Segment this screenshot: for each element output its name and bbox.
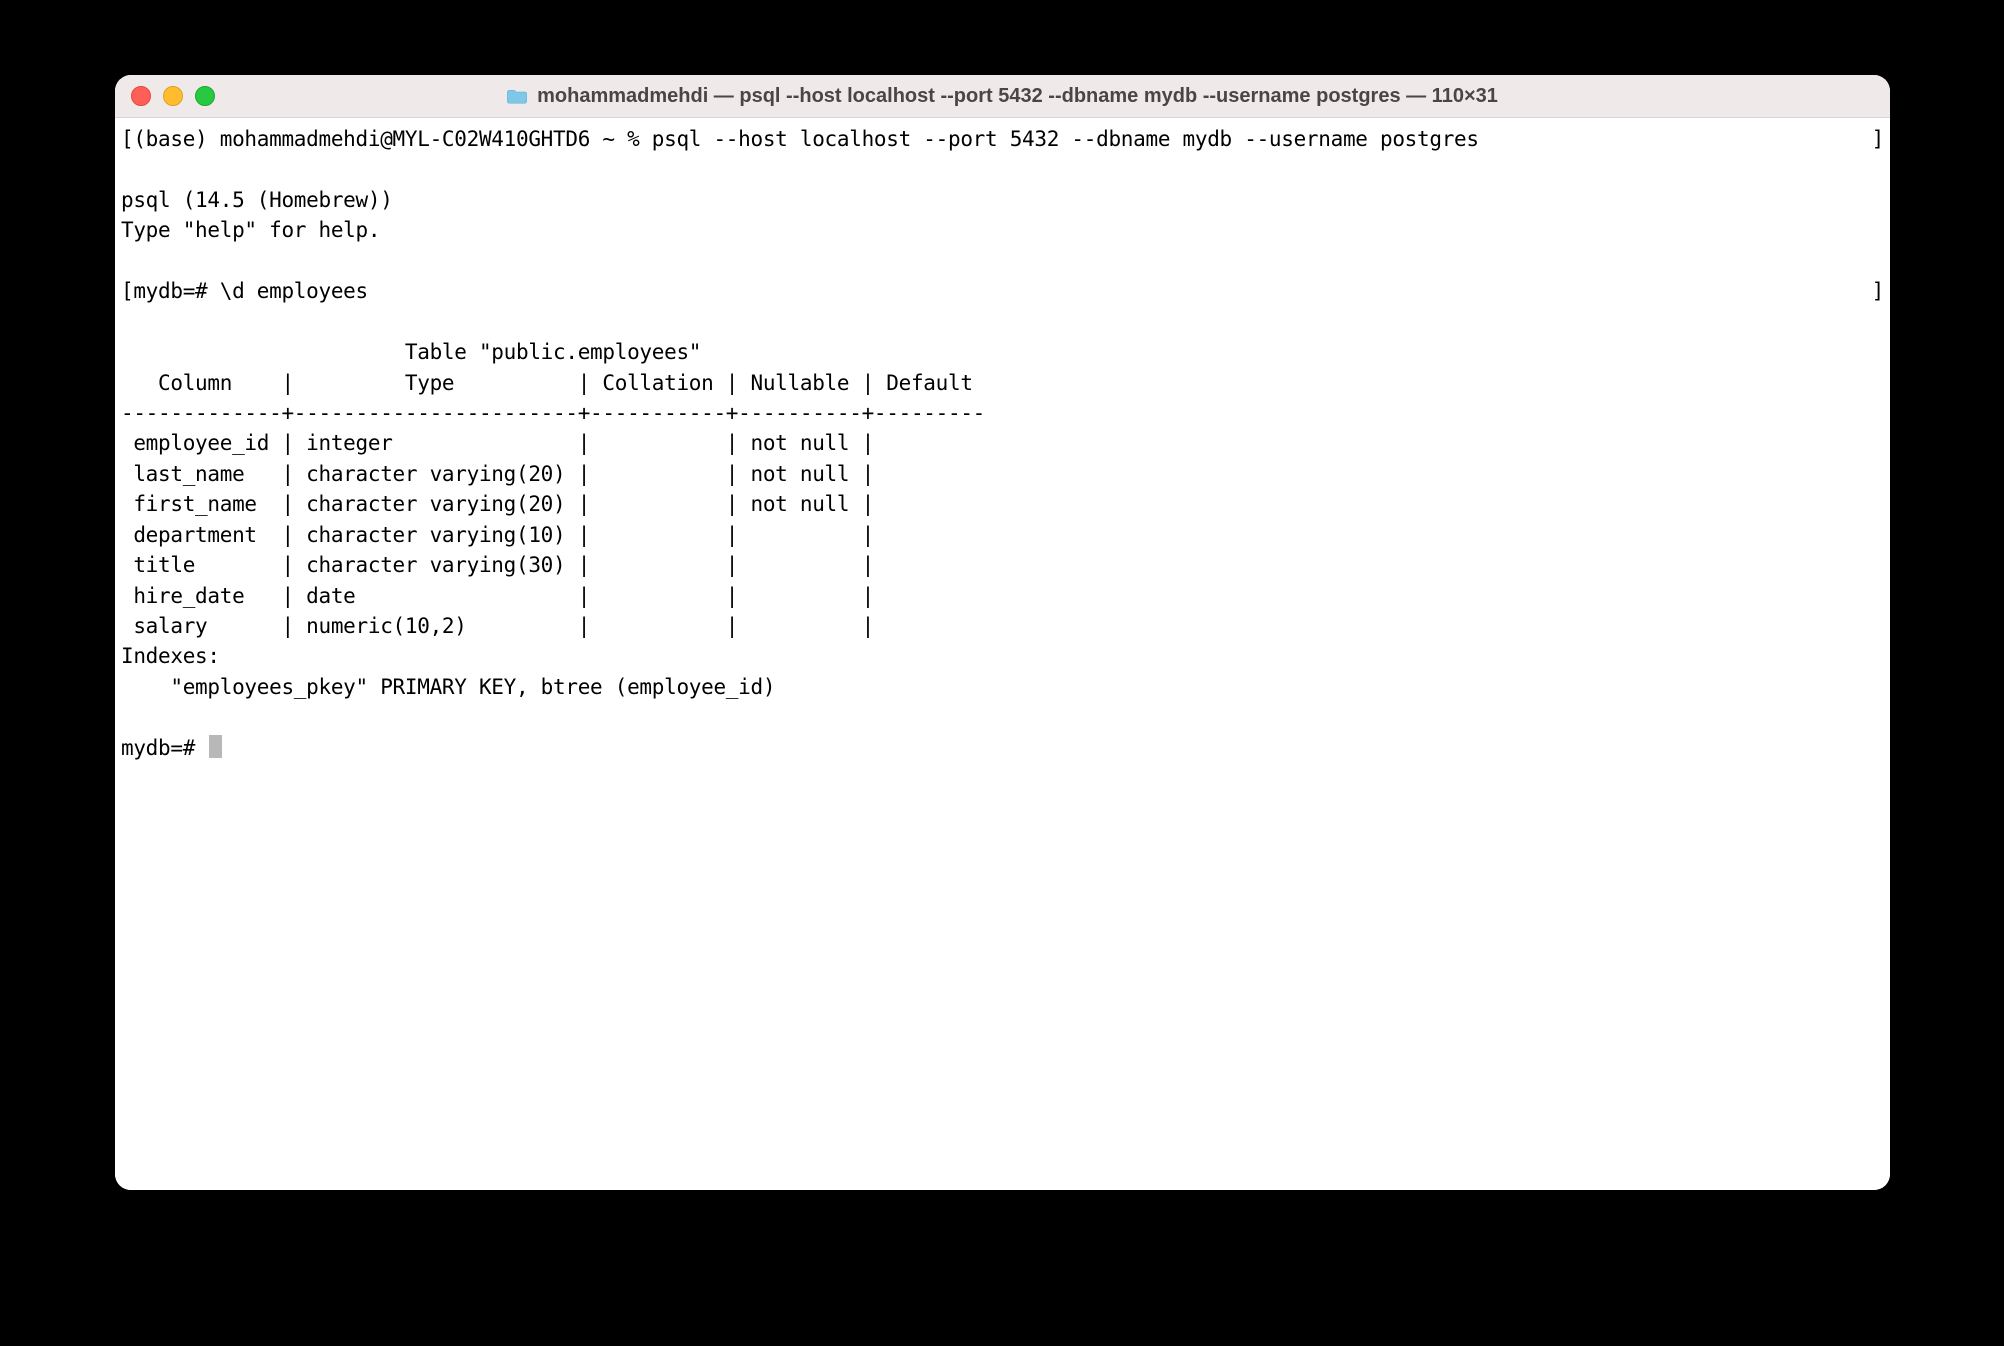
close-button[interactable] — [131, 86, 151, 106]
table-row: last_name | character varying(20) | | no… — [121, 462, 886, 486]
indexes-label: Indexes: — [121, 644, 220, 668]
cursor — [209, 735, 222, 758]
psql-prompt-line-2: mydb=# — [121, 736, 222, 760]
titlebar-center: mohammadmehdi — psql --host localhost --… — [115, 85, 1890, 108]
indexes-line: "employees_pkey" PRIMARY KEY, btree (emp… — [121, 675, 775, 699]
psql-prompt-line-1: [mydb=# \d employees] — [121, 276, 1884, 306]
shell-prompt-text: (base) mohammadmehdi@MYL-C02W410GHTD6 ~ … — [133, 127, 1478, 151]
window-title: mohammadmehdi — psql --host localhost --… — [537, 85, 1498, 108]
table-header: Column | Type | Collation | Nullable | D… — [121, 371, 985, 395]
table-row: title | character varying(30) | | | — [121, 553, 886, 577]
table-row: department | character varying(10) | | | — [121, 523, 886, 547]
stage: mohammadmehdi — psql --host localhost --… — [0, 0, 2004, 1346]
psql-help-line: Type "help" for help. — [121, 218, 380, 242]
psql-prompt: mydb=# — [121, 736, 207, 760]
psql-command: mydb=# \d employees — [133, 279, 368, 303]
table-divider: -------------+-----------------------+--… — [121, 401, 985, 425]
table-title: Table "public.employees" — [121, 340, 701, 364]
psql-version: psql (14.5 (Homebrew)) — [121, 188, 393, 212]
table-row: salary | numeric(10,2) | | | — [121, 614, 886, 638]
shell-prompt-line: [(base) mohammadmehdi@MYL-C02W410GHTD6 ~… — [121, 124, 1884, 154]
window-controls — [115, 86, 215, 106]
titlebar[interactable]: mohammadmehdi — psql --host localhost --… — [115, 75, 1890, 118]
table-row: first_name | character varying(20) | | n… — [121, 492, 886, 516]
folder-icon — [507, 88, 527, 104]
table-row: hire_date | date | | | — [121, 584, 886, 608]
zoom-button[interactable] — [195, 86, 215, 106]
minimize-button[interactable] — [163, 86, 183, 106]
terminal-window: mohammadmehdi — psql --host localhost --… — [115, 75, 1890, 1190]
terminal-body[interactable]: [(base) mohammadmehdi@MYL-C02W410GHTD6 ~… — [115, 118, 1890, 1190]
table-row: employee_id | integer | | not null | — [121, 431, 886, 455]
